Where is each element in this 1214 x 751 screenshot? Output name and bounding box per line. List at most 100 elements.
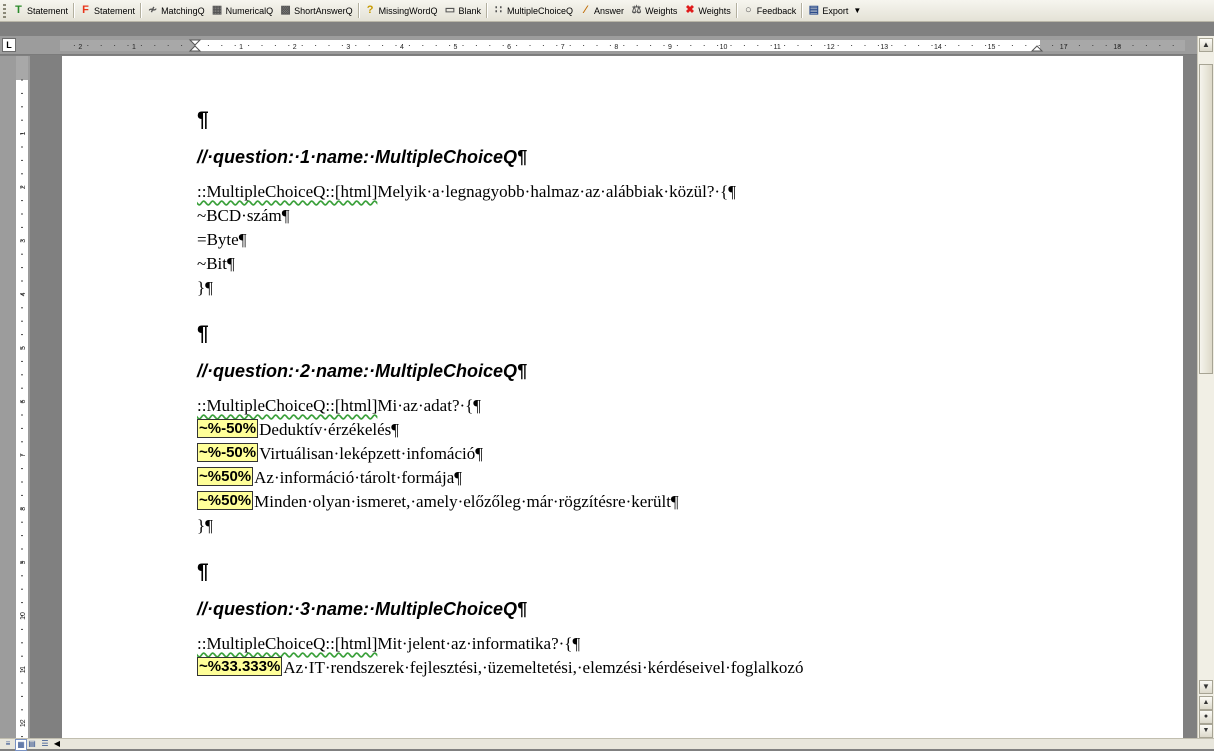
- answer-line[interactable]: ~%50% Minden·olyan·ismeret,·amely·előzőle…: [197, 490, 1167, 514]
- toolbar-button-label: Answer: [594, 5, 625, 16]
- toolbar-button-multiplechoiceq[interactable]: ∷ MultipleChoiceQ: [489, 2, 576, 20]
- numericalq-icon: ▦: [211, 4, 223, 16]
- toolbar-separator: [801, 3, 803, 18]
- vruler-number: 10: [20, 612, 27, 620]
- toolbar-grip[interactable]: [3, 3, 6, 18]
- toolbar-button-label: MatchingQ: [161, 5, 205, 16]
- export-icon: ▤: [808, 4, 820, 16]
- toolbar-button-feedback[interactable]: ○ Feedback: [739, 2, 800, 20]
- weights-icon: ⚖: [631, 4, 642, 16]
- statement-icon: T: [15, 4, 22, 16]
- answer-text: ~Bit¶: [197, 254, 235, 273]
- toolbar-button-answer[interactable]: ⁄ Answer: [576, 2, 627, 20]
- answer-line[interactable]: ~Bit¶: [197, 252, 1167, 276]
- ruler-number: 4: [400, 44, 404, 51]
- ruler-band: [60, 40, 1185, 51]
- toolbar-button-statement[interactable]: F Statement: [76, 2, 138, 20]
- vruler-number: 3: [20, 239, 27, 243]
- toolbar-button-matchingq[interactable]: ≁ MatchingQ: [143, 2, 208, 20]
- vruler-number: 8: [20, 507, 27, 511]
- answer-line[interactable]: ~%33.333% Az·IT·rendszerek·fejlesztési,·ü…: [197, 656, 1167, 680]
- answer-line[interactable]: ~%-50% Virtuálisan·leképzett·infomáció¶: [197, 442, 1167, 466]
- question-stem[interactable]: ::MultipleChoiceQ::[html]Melyik·a·legnag…: [197, 180, 1167, 204]
- question-heading[interactable]: //·question:·1·name:·MultipleChoiceQ¶: [197, 144, 1167, 170]
- select-browse-object-button[interactable]: ●: [1199, 710, 1213, 724]
- vruler-band: [16, 56, 28, 738]
- question-heading[interactable]: //·question:·2·name:·MultipleChoiceQ¶: [197, 358, 1167, 384]
- scroll-left-arrow-icon[interactable]: ◀: [52, 739, 62, 749]
- answer-weight-badge[interactable]: ~%50%: [197, 467, 254, 486]
- document-content[interactable]: ¶//·question:·1·name:·MultipleChoiceQ¶::…: [197, 106, 1167, 680]
- web-layout-view-icon[interactable]: ▦: [15, 739, 27, 751]
- closing-brace[interactable]: }¶: [197, 276, 1167, 300]
- answer-weight-badge[interactable]: ~%50%: [197, 491, 254, 510]
- toolbar-button-blank[interactable]: ▭ Blank: [441, 2, 485, 20]
- question-stem[interactable]: ::MultipleChoiceQ::[html]Mi·az·adat?·{¶: [197, 394, 1167, 418]
- vertical-scrollbar[interactable]: ▲ ▼ ▲ ● ▼: [1197, 36, 1214, 738]
- answer-line[interactable]: ~%50% Az·információ·tárolt·formája¶: [197, 466, 1167, 490]
- answer-line[interactable]: =Byte¶: [197, 228, 1167, 252]
- empty-paragraph-mark[interactable]: ¶: [197, 558, 1167, 586]
- tab-stop-selector[interactable]: L: [2, 38, 16, 52]
- answer-icon: ⁄: [584, 4, 587, 16]
- shortanswerq-icon: ▩: [280, 4, 291, 16]
- toolbar-button-missingwordq[interactable]: ? MissingWordQ: [361, 2, 441, 20]
- ruler-number: 1: [239, 44, 243, 51]
- answer-weight-badge[interactable]: ~%33.333%: [197, 657, 283, 676]
- next-page-button[interactable]: ▼: [1199, 724, 1213, 738]
- question-type-prefix: ::MultipleChoiceQ::[html]: [197, 396, 378, 415]
- question-heading[interactable]: //·question:·3·name:·MultipleChoiceQ¶: [197, 596, 1167, 622]
- answer-line[interactable]: ~%-50% Deduktív·érzékelés¶: [197, 418, 1167, 442]
- empty-paragraph-mark[interactable]: ¶: [197, 106, 1167, 134]
- toolbar-button-label: ShortAnswerQ: [294, 5, 353, 16]
- previous-page-button[interactable]: ▲: [1199, 696, 1213, 710]
- ruler-number: 2: [293, 44, 297, 51]
- vruler-number: 1: [20, 132, 27, 136]
- question-text: Mi·az·adat?·{¶: [377, 396, 482, 415]
- vruler-top-margin: [16, 56, 28, 80]
- toolbar-button-export[interactable]: ▤ Export: [804, 2, 851, 20]
- vruler-number: 5: [20, 346, 27, 350]
- answer-line[interactable]: ~BCD·szám¶: [197, 204, 1167, 228]
- toolbar-overflow-arrow[interactable]: ▼: [853, 6, 861, 15]
- toolbar-separator: [140, 3, 142, 18]
- toolbar-button-weights[interactable]: ✖ Weights: [680, 2, 733, 20]
- scroll-up-button[interactable]: ▲: [1199, 38, 1213, 52]
- closing-brace[interactable]: }¶: [197, 514, 1167, 538]
- toolbar-button-weights[interactable]: ⚖ Weights: [627, 2, 680, 20]
- horizontal-ruler[interactable]: 2 1 1 2 3 4 5 6 7 8 9 10 11 12 13 14 15 17 18: [0, 36, 1214, 55]
- answer-weight-badge[interactable]: ~%-50%: [197, 419, 259, 438]
- toolbar-separator: [357, 3, 359, 18]
- empty-paragraph-mark[interactable]: ¶: [197, 320, 1167, 348]
- answer-weight-badge[interactable]: ~%-50%: [197, 443, 259, 462]
- toolbar-button-label: Statement: [94, 5, 136, 16]
- vruler-number: 12: [20, 719, 27, 727]
- answer-text: ~BCD·szám¶: [197, 206, 290, 225]
- scrollbar-thumb[interactable]: [1199, 64, 1213, 374]
- vruler-number: 7: [20, 453, 27, 457]
- toolbar-separator: [735, 3, 737, 18]
- vertical-ruler-scale: 123456789101112: [16, 56, 28, 738]
- toolbar-button-label: Weights: [645, 5, 678, 16]
- answer-text: Deduktív·érzékelés¶: [259, 420, 399, 439]
- question-stem[interactable]: ::MultipleChoiceQ::[html]Mit·jelent·az·i…: [197, 632, 1167, 656]
- answer-text: =Byte¶: [197, 230, 247, 249]
- toolbar-button-numericalq[interactable]: ▦ NumericalQ: [208, 2, 277, 20]
- normal-view-icon[interactable]: ≡: [3, 739, 13, 749]
- ruler-number: 10: [720, 44, 728, 51]
- outline-view-icon[interactable]: ☰: [40, 739, 50, 749]
- toolbar-button-shortanswerq[interactable]: ▩ ShortAnswerQ: [276, 2, 356, 20]
- statement-icon: F: [82, 4, 89, 16]
- print-layout-view-icon[interactable]: ▤: [27, 739, 37, 749]
- toolbar-button-label: Weights: [698, 5, 731, 16]
- vruler-number: 11: [20, 666, 27, 673]
- ruler-number: 6: [507, 44, 511, 51]
- ruler-number: 15: [988, 44, 996, 51]
- vertical-ruler[interactable]: 1 2 3 4 5 6 7 8 9 10 11 12: [0, 56, 30, 738]
- scroll-down-button[interactable]: ▼: [1199, 680, 1213, 694]
- horizontal-ruler-scale: 2 1 1 2 3 4 5 6 7 8 9 10 11 12 13 14 15 17 18: [60, 39, 1185, 52]
- toolbar-button-statement[interactable]: T Statement: [9, 2, 71, 20]
- question-text: Mit·jelent·az·informatika?·{¶: [377, 634, 581, 653]
- document-page[interactable]: ¶//·question:·1·name:·MultipleChoiceQ¶::…: [62, 56, 1183, 746]
- toolbar-items: T Statement F Statement ≁ MatchingQ ▦ Numerical…: [9, 2, 851, 20]
